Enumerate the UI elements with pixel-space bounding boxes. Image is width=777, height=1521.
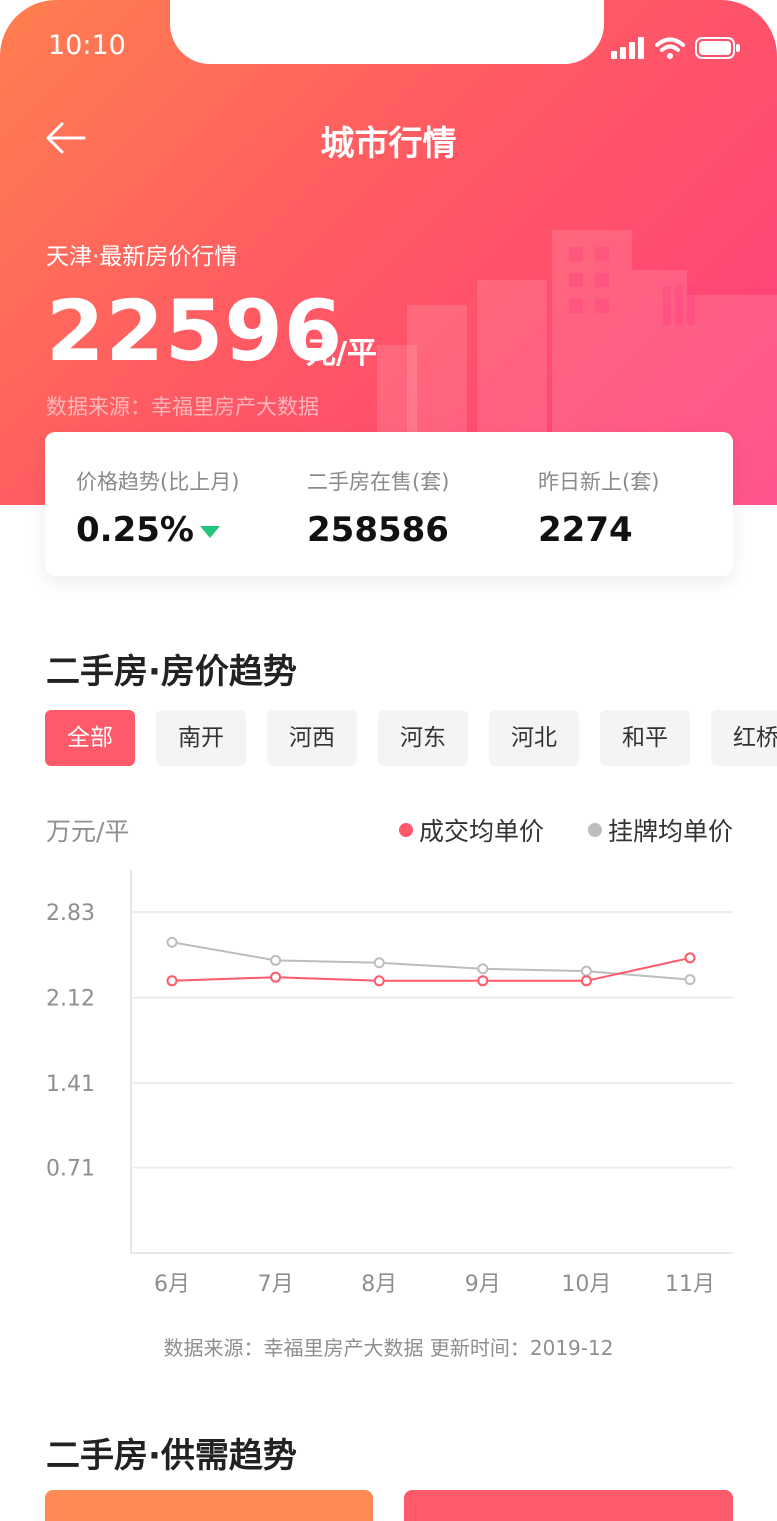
series-point-0 (684, 952, 696, 964)
section-title-price-trend: 二手房·房价趋势 (46, 652, 297, 692)
series-point-0 (166, 975, 178, 987)
legend-item-listing: 挂牌均单价 (587, 812, 733, 848)
signal-icon (611, 37, 644, 59)
series-point-1 (580, 965, 592, 977)
data-source-note: 数据来源：幸福里房产大数据 (46, 395, 319, 419)
phone-screen: 10:10 城市行情 天津·最新房价行情 22596 元/平 数据来源：幸福里房… (0, 0, 777, 1521)
market-stats-card: 价格趋势(比上月) 0.25% 二手房在售(套) 258586 昨日新上(套) … (45, 432, 733, 576)
chart-legend: 成交均单价 挂牌均单价 (398, 812, 733, 848)
x-tick-label: 6月 (154, 1272, 190, 1297)
series-point-0 (477, 975, 489, 987)
stat-value: 2274 (538, 510, 633, 550)
legend-label: 成交均单价 (418, 817, 544, 846)
tab-hongqiao[interactable]: 红桥 (711, 710, 777, 766)
device-notch (170, 0, 604, 64)
price-trend-chart: 2.83 2.12 1.41 0.71 6月 7月 8月 9月 10月 11月 (46, 870, 733, 1297)
stat-label: 二手房在售(套) (307, 470, 450, 494)
average-price: 22596 (46, 282, 344, 380)
trend-down-icon (199, 526, 220, 538)
stat-price-trend: 价格趋势(比上月) 0.25% (76, 466, 239, 550)
legend-dot-icon (587, 823, 602, 837)
series-point-1 (373, 957, 385, 969)
legend-label: 挂牌均单价 (607, 817, 733, 846)
series-point-0 (580, 975, 592, 987)
tab-nankai[interactable]: 南开 (156, 710, 246, 766)
x-tick-label: 7月 (258, 1272, 294, 1297)
series-point-1 (270, 954, 282, 966)
section-title-supply-demand: 二手房·供需趋势 (46, 1436, 297, 1476)
stat-new-listings: 昨日新上(套) 2274 (538, 466, 659, 550)
stat-label: 价格趋势(比上月) (76, 470, 240, 494)
tab-all[interactable]: 全部 (45, 710, 135, 766)
series-point-0 (270, 971, 282, 983)
y-tick-label: 0.71 (46, 1156, 95, 1181)
status-time: 10:10 (48, 30, 126, 61)
legend-dot-icon (398, 823, 413, 837)
x-tick-label: 8月 (361, 1272, 397, 1297)
series-line-0 (171, 956, 691, 982)
stat-label: 昨日新上(套) (538, 470, 660, 494)
legend-item-deal: 成交均单价 (398, 812, 544, 848)
stat-value: 0.25% (76, 510, 194, 550)
series-point-1 (166, 936, 178, 948)
chart-source-note: 数据来源：幸福里房产大数据 更新时间：2019-12 (163, 1336, 614, 1360)
page-title: 城市行情 (320, 124, 457, 164)
supply-card-right[interactable] (404, 1490, 733, 1521)
series-point-1 (477, 963, 489, 975)
series-point-0 (373, 975, 385, 987)
tab-hedong[interactable]: 河东 (378, 710, 468, 766)
y-tick-label: 2.12 (46, 987, 95, 1012)
wifi-icon (655, 37, 685, 59)
status-icons (611, 36, 741, 60)
x-tick-label: 11月 (665, 1272, 715, 1297)
tab-hexi[interactable]: 河西 (267, 710, 357, 766)
battery-icon (695, 37, 740, 59)
tab-hebei[interactable]: 河北 (489, 710, 579, 766)
supply-card-left[interactable] (45, 1490, 373, 1521)
city-price-label: 天津·最新房价行情 (46, 244, 238, 270)
stat-listings: 二手房在售(套) 258586 (307, 466, 449, 550)
series-line-1 (171, 941, 691, 981)
y-tick-label: 1.41 (46, 1072, 95, 1097)
district-tabs: 全部 南开 河西 河东 河北 和平 红桥 (45, 710, 777, 768)
price-unit: 元/平 (306, 336, 377, 371)
x-tick-label: 10月 (561, 1272, 611, 1297)
series-point-1 (684, 974, 696, 986)
x-tick-label: 9月 (465, 1272, 501, 1297)
stat-value: 258586 (307, 510, 449, 550)
tab-heping[interactable]: 和平 (600, 710, 690, 766)
y-tick-label: 2.83 (46, 901, 95, 926)
chart-unit-label: 万元/平 (46, 817, 130, 846)
